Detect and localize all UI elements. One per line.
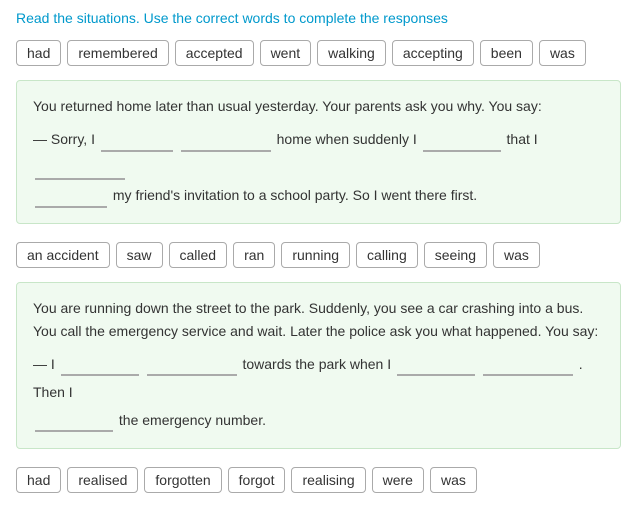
scenario-box-1: You returned home later than usual yeste… bbox=[16, 80, 621, 224]
chip-ran[interactable]: ran bbox=[233, 242, 275, 268]
chip-running[interactable]: running bbox=[281, 242, 350, 268]
chip-went[interactable]: went bbox=[260, 40, 312, 66]
chip-calling[interactable]: calling bbox=[356, 242, 418, 268]
chip-forgot[interactable]: forgot bbox=[228, 467, 286, 493]
chip-an-accident[interactable]: an accident bbox=[16, 242, 110, 268]
chip-was-3[interactable]: was bbox=[430, 467, 477, 493]
resp1-part2: home when suddenly I bbox=[277, 131, 417, 147]
blank-2-2[interactable] bbox=[147, 354, 237, 376]
scenario-1-context: You returned home later than usual yeste… bbox=[33, 95, 604, 117]
chip-accepted[interactable]: accepted bbox=[175, 40, 254, 66]
resp1-part3: that I bbox=[507, 131, 538, 147]
instruction-text: Read the situations. Use the correct wor… bbox=[16, 10, 621, 26]
blank-2-4[interactable] bbox=[483, 354, 573, 376]
resp1-part4: my friend's invitation to a school party… bbox=[113, 187, 477, 203]
chip-forgotten[interactable]: forgotten bbox=[144, 467, 221, 493]
resp2-part1: — I bbox=[33, 356, 55, 372]
chip-was-1[interactable]: was bbox=[539, 40, 586, 66]
chip-seeing[interactable]: seeing bbox=[424, 242, 487, 268]
blank-1-4[interactable] bbox=[35, 158, 125, 180]
chip-called[interactable]: called bbox=[169, 242, 228, 268]
scenario-box-2: You are running down the street to the p… bbox=[16, 282, 621, 449]
scenario-1-response: — Sorry, I home when suddenly I that I m… bbox=[33, 125, 604, 209]
blank-1-5[interactable] bbox=[35, 186, 107, 208]
blank-1-3[interactable] bbox=[423, 130, 501, 152]
blank-1-1[interactable] bbox=[101, 130, 173, 152]
blank-2-1[interactable] bbox=[61, 354, 139, 376]
word-bank-1: had remembered accepted went walking acc… bbox=[16, 40, 621, 66]
blank-1-2[interactable] bbox=[181, 130, 271, 152]
chip-was-2[interactable]: was bbox=[493, 242, 540, 268]
chip-realising[interactable]: realising bbox=[291, 467, 365, 493]
chip-had-1[interactable]: had bbox=[16, 40, 61, 66]
chip-had-3[interactable]: had bbox=[16, 467, 61, 493]
chip-saw[interactable]: saw bbox=[116, 242, 163, 268]
resp1-part1: — Sorry, I bbox=[33, 131, 95, 147]
resp2-part2: towards the park when I bbox=[242, 356, 391, 372]
word-bank-2: an accident saw called ran running calli… bbox=[16, 242, 621, 268]
scenario-2-context: You are running down the street to the p… bbox=[33, 297, 604, 342]
word-bank-3: had realised forgotten forgot realising … bbox=[16, 467, 621, 493]
resp2-part4: the emergency number. bbox=[119, 412, 266, 428]
blank-2-3[interactable] bbox=[397, 354, 475, 376]
chip-accepting[interactable]: accepting bbox=[392, 40, 474, 66]
chip-remembered[interactable]: remembered bbox=[67, 40, 168, 66]
scenario-2-response: — I towards the park when I . Then I the… bbox=[33, 350, 604, 434]
chip-walking[interactable]: walking bbox=[317, 40, 386, 66]
blank-2-5[interactable] bbox=[35, 410, 113, 432]
chip-been[interactable]: been bbox=[480, 40, 533, 66]
chip-were[interactable]: were bbox=[372, 467, 424, 493]
chip-realised[interactable]: realised bbox=[67, 467, 138, 493]
